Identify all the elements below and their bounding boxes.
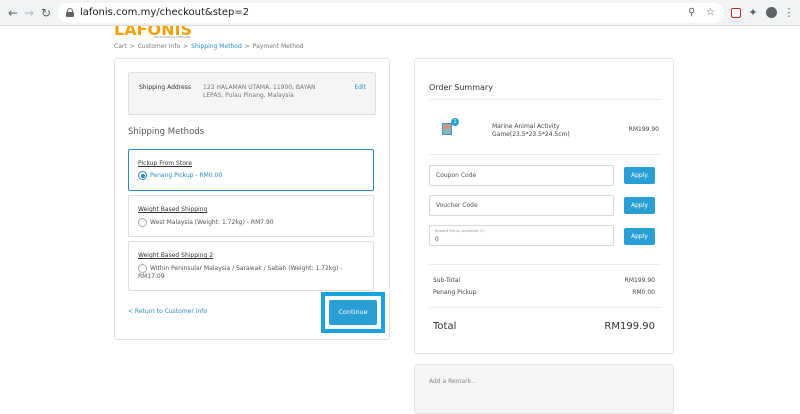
shipping-option-description: Penang Pickup - RM0.00 [150,172,223,179]
shipping-row: Penang Pickup RM0.00 [433,289,655,296]
shipping-option-radio[interactable] [138,218,147,227]
puzzle-icon[interactable]: ✦ [746,6,760,20]
reload-icon[interactable]: ↻ [37,4,55,22]
reward-points-input[interactable]: Reward Points (available: 0) 0 [429,225,614,246]
breadcrumb-customer-info[interactable]: Customer Info [138,43,180,50]
breadcrumb-separator: > [183,43,189,50]
remark-placeholder: Add a Remark.. [429,378,475,385]
extension-icon[interactable] [729,6,743,20]
shipping-panel: Shipping Address 123 HALAMAN UTAMA, 1190… [114,58,390,340]
browser-toolbar: ← → ↻ lafonis.com.my/checkout&step=2 ⚲ ☆… [0,0,800,26]
total-label: Total [433,321,457,332]
order-summary-title: Order Summary [429,83,493,92]
total-row: Total RM199.90 [433,321,655,332]
total-value: RM199.90 [604,321,655,332]
shipping-option-radio[interactable] [138,171,147,180]
lock-icon[interactable] [66,8,74,17]
divider [429,264,661,265]
shipping-option-description: Within Peninsular Malaysia / Sarawak / S… [138,265,343,280]
shipping-option-title: Pickup From Store [138,160,192,167]
coupon-code-input[interactable]: Coupon Code [429,165,614,186]
apply-voucher-button[interactable]: Apply [624,197,655,214]
forward-arrow-icon[interactable]: → [20,4,38,22]
shipping-cost-value: RM0.00 [632,289,655,296]
divider [429,99,661,100]
address-bar[interactable]: lafonis.com.my/checkout&step=2 ⚲ ☆ [58,3,724,23]
shipping-methods-title: Shipping Methods [128,127,205,137]
apply-reward-button[interactable]: Apply [624,228,655,245]
remark-textarea[interactable]: Add a Remark.. [414,364,674,414]
profile-icon[interactable] [764,6,778,20]
divider [429,154,661,155]
order-summary-panel: Order Summary 1 Marine Animal Activity G… [414,58,674,354]
reward-points-value: 0 [435,236,439,243]
breadcrumb-separator: > [129,43,135,50]
breadcrumb-shipping-method: Shipping Method [191,43,242,50]
shipping-option-title: Weight Based Shipping [138,206,208,213]
shipping-address-label: Shipping Address [139,84,191,91]
menu-icon[interactable]: ⋮ [782,6,796,20]
url-text: lafonis.com.my/checkout&step=2 [80,7,250,18]
logo-tagline: EDUCATIONAL SUPPLIES [154,35,191,39]
shipping-option-title: Weight Based Shipping 2 [138,252,214,259]
product-name: Marine Animal Activity Game(23.5*23.5*24… [492,123,570,138]
reward-points-label: Reward Points (available: 0) [435,229,484,233]
site-logo[interactable]: LAFONIS EDUCATIONAL SUPPLIES [114,26,192,40]
breadcrumb: Cart > Customer Info > Shipping Method > Payme… [114,43,303,51]
breadcrumb-payment-method: Payment Method [252,43,304,50]
subtotal-label: Sub-Total [433,277,461,284]
shipping-option-weight-based[interactable]: Weight Based Shipping West Malaysia (Wei… [128,195,374,237]
star-icon[interactable]: ☆ [706,6,715,20]
shipping-option-description: West Malaysia (Weight: 1.72kg) - RM7.90 [150,219,274,226]
continue-button[interactable]: Continue [329,300,377,325]
edit-address-link[interactable]: Edit [354,84,366,91]
shipping-address-value: 123 HALAMAN UTAMA, 11900, BAYAN LEPAS, P… [203,84,316,99]
shipping-option-weight-based-2[interactable]: Weight Based Shipping 2 Within Peninsula… [128,241,374,291]
breadcrumb-cart[interactable]: Cart [114,43,127,50]
quantity-badge: 1 [451,118,459,126]
shipping-address-box: Shipping Address 123 HALAMAN UTAMA, 1190… [128,72,376,115]
shipping-cost-label: Penang Pickup [433,289,477,296]
coupon-code-placeholder: Coupon Code [436,172,477,179]
divider [429,307,661,308]
product-price: RM199.90 [628,126,659,133]
subtotal-row: Sub-Total RM199.90 [433,277,655,284]
apply-coupon-button[interactable]: Apply [624,167,655,184]
breadcrumb-separator: > [244,43,250,50]
continue-highlight: Continue [321,292,385,333]
product-thumbnail: 1 [439,118,459,136]
subtotal-value: RM199.90 [624,277,655,284]
voucher-code-input[interactable]: Voucher Code [429,195,614,216]
voucher-code-placeholder: Voucher Code [436,202,478,209]
zoom-icon[interactable]: ⚲ [688,6,695,20]
shipping-option-pickup[interactable]: Pickup From Store Penang Pickup - RM0.00 [128,149,374,191]
return-to-customer-info-link[interactable]: < Return to Customer Info [128,308,207,315]
